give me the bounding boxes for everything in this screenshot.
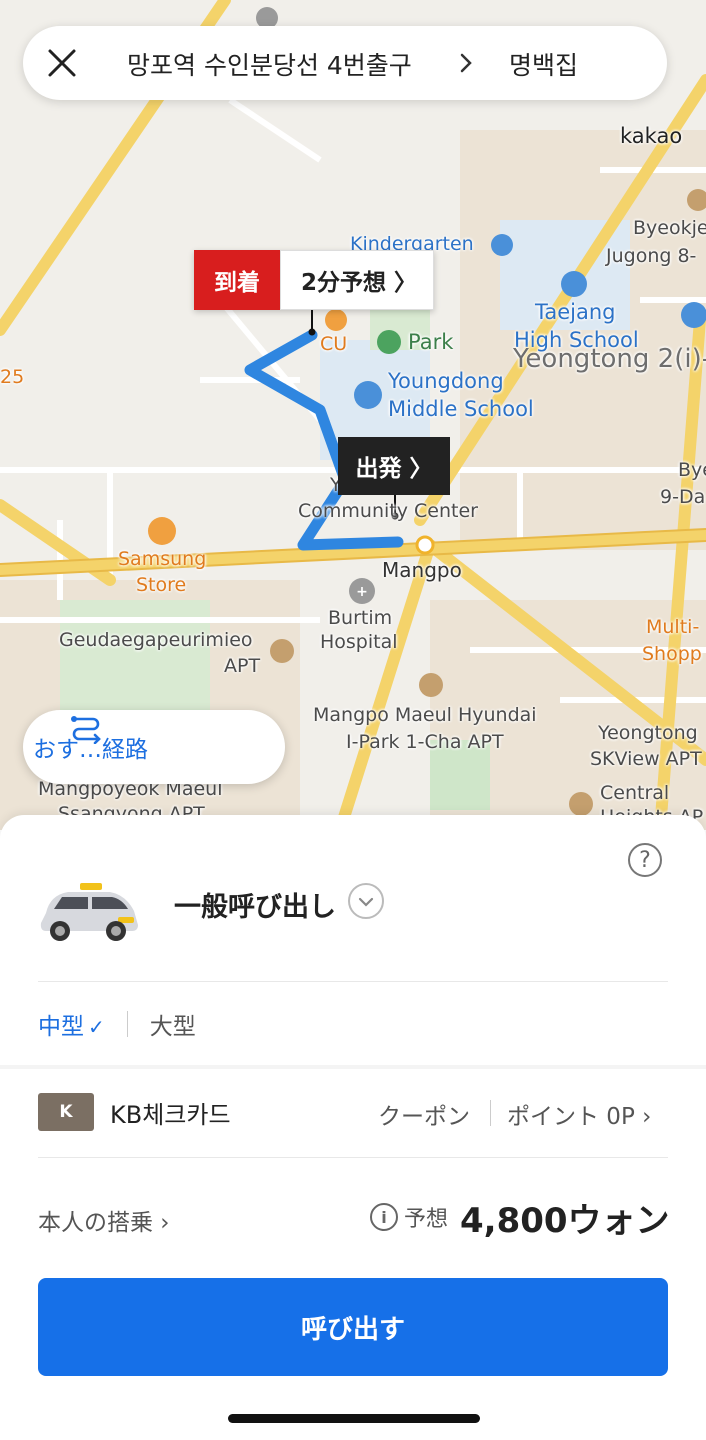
taxi-car-icon [40,883,138,941]
size-option-mid[interactable]: 中型 ✓ [38,1007,105,1041]
coupon-button[interactable]: クーポン [378,1097,470,1131]
poi-multi-line2: Shopp [642,643,702,665]
poi-bye-line1: Bye [678,459,706,481]
station-mangpo: Mangpo [382,558,462,582]
payment-method[interactable]: KB체크카드 [110,1095,231,1130]
poi-samsung-line1: Samsung [118,548,207,570]
svg-text:+: + [356,584,368,600]
chevron-down-icon [358,897,374,907]
chevron-right-icon [460,53,472,73]
help-icon[interactable]: ? [628,843,662,877]
check-icon: ✓ [88,1015,105,1039]
poi-byeokjeok-line2: Jugong 8- [606,245,697,267]
destination-field[interactable]: 명백집 [509,46,578,82]
recommend-route-button[interactable]: おす…経路 [23,710,285,784]
poi-skview-line1: Yeongtong [598,722,698,744]
poi-park: Park [408,330,454,354]
arrival-marker[interactable]: 到着 2分予想 〉 [194,250,435,310]
arrival-tag: 到着 [194,250,280,310]
size-option-mid-label: 中型 [38,1014,84,1040]
estimated-price: 4,800ウォン [460,1201,670,1241]
rider-selector[interactable]: 本人の搭乗 › [38,1203,170,1237]
ride-sheet: ? 一般呼び出し 中型 ✓ 大型 K KB체크카드 クーポン ポイント 0P › … [0,815,706,1440]
poi-hyundai-line2: I-Park 1-Cha APT [346,731,504,753]
route-header: 망포역 수인분당선 4번출구 명백집 [23,26,667,100]
map-number-25: 25 [0,366,25,388]
kb-card-logo: K [38,1093,94,1131]
call-taxi-button[interactable]: 呼び出す [38,1278,668,1376]
service-dropdown[interactable] [348,883,384,919]
size-option-large[interactable]: 大型 [150,1007,196,1041]
divider [38,1157,668,1158]
area-yeongtong: Yeongtong 2(i)-d [513,344,706,374]
poi-youngdong-line1: Youngdong [388,369,504,393]
origin-field[interactable]: 망포역 수인분당선 4번출구 [127,46,443,82]
arrival-estimate: 2分予想 〉 [280,250,435,310]
separator [490,1100,491,1126]
poi-multi-line1: Multi- [646,616,700,638]
poi-hyundai-line1: Mangpo Maeul Hyundai [313,704,537,726]
poi-geuda-line2: APT [224,655,261,677]
poi-geuda-line1: Geudaegapeurimieo [59,629,253,651]
poi-taejang-line1: Taejang [535,300,616,324]
close-icon[interactable] [43,44,81,82]
map-view[interactable]: + kakao Kindergarten Byeokje Jugong 8- T… [0,0,706,830]
poi-community-line2: Community Center [298,500,478,522]
vehicle-size-selector: 中型 ✓ 大型 [38,1007,196,1041]
poi-burtim-line2: Hospital [320,631,398,653]
estimate-label: 予想 [404,1207,449,1232]
route-icon [71,716,101,744]
divider [38,981,668,982]
departure-marker[interactable]: 出発 〉 [338,437,450,495]
map-attribution: kakao [620,124,683,148]
poi-youngdong-line2: Middle School [388,397,534,421]
poi-burtim-line1: Burtim [328,607,393,629]
info-icon[interactable]: i [370,1203,398,1231]
service-type-label[interactable]: 一般呼び出し [174,885,336,924]
home-indicator [228,1414,480,1423]
poi-central-line1: Central [600,782,670,804]
poi-bye-line2: 9-Da [660,486,706,508]
points-button[interactable]: ポイント 0P › [507,1097,651,1131]
poi-cu: CU [320,333,348,355]
section-band [0,1065,706,1069]
poi-skview-line2: SKView APT [590,748,702,770]
poi-byeokjeok-line1: Byeokje [633,217,706,239]
poi-samsung-line2: Store [136,574,187,596]
separator [126,1011,128,1037]
